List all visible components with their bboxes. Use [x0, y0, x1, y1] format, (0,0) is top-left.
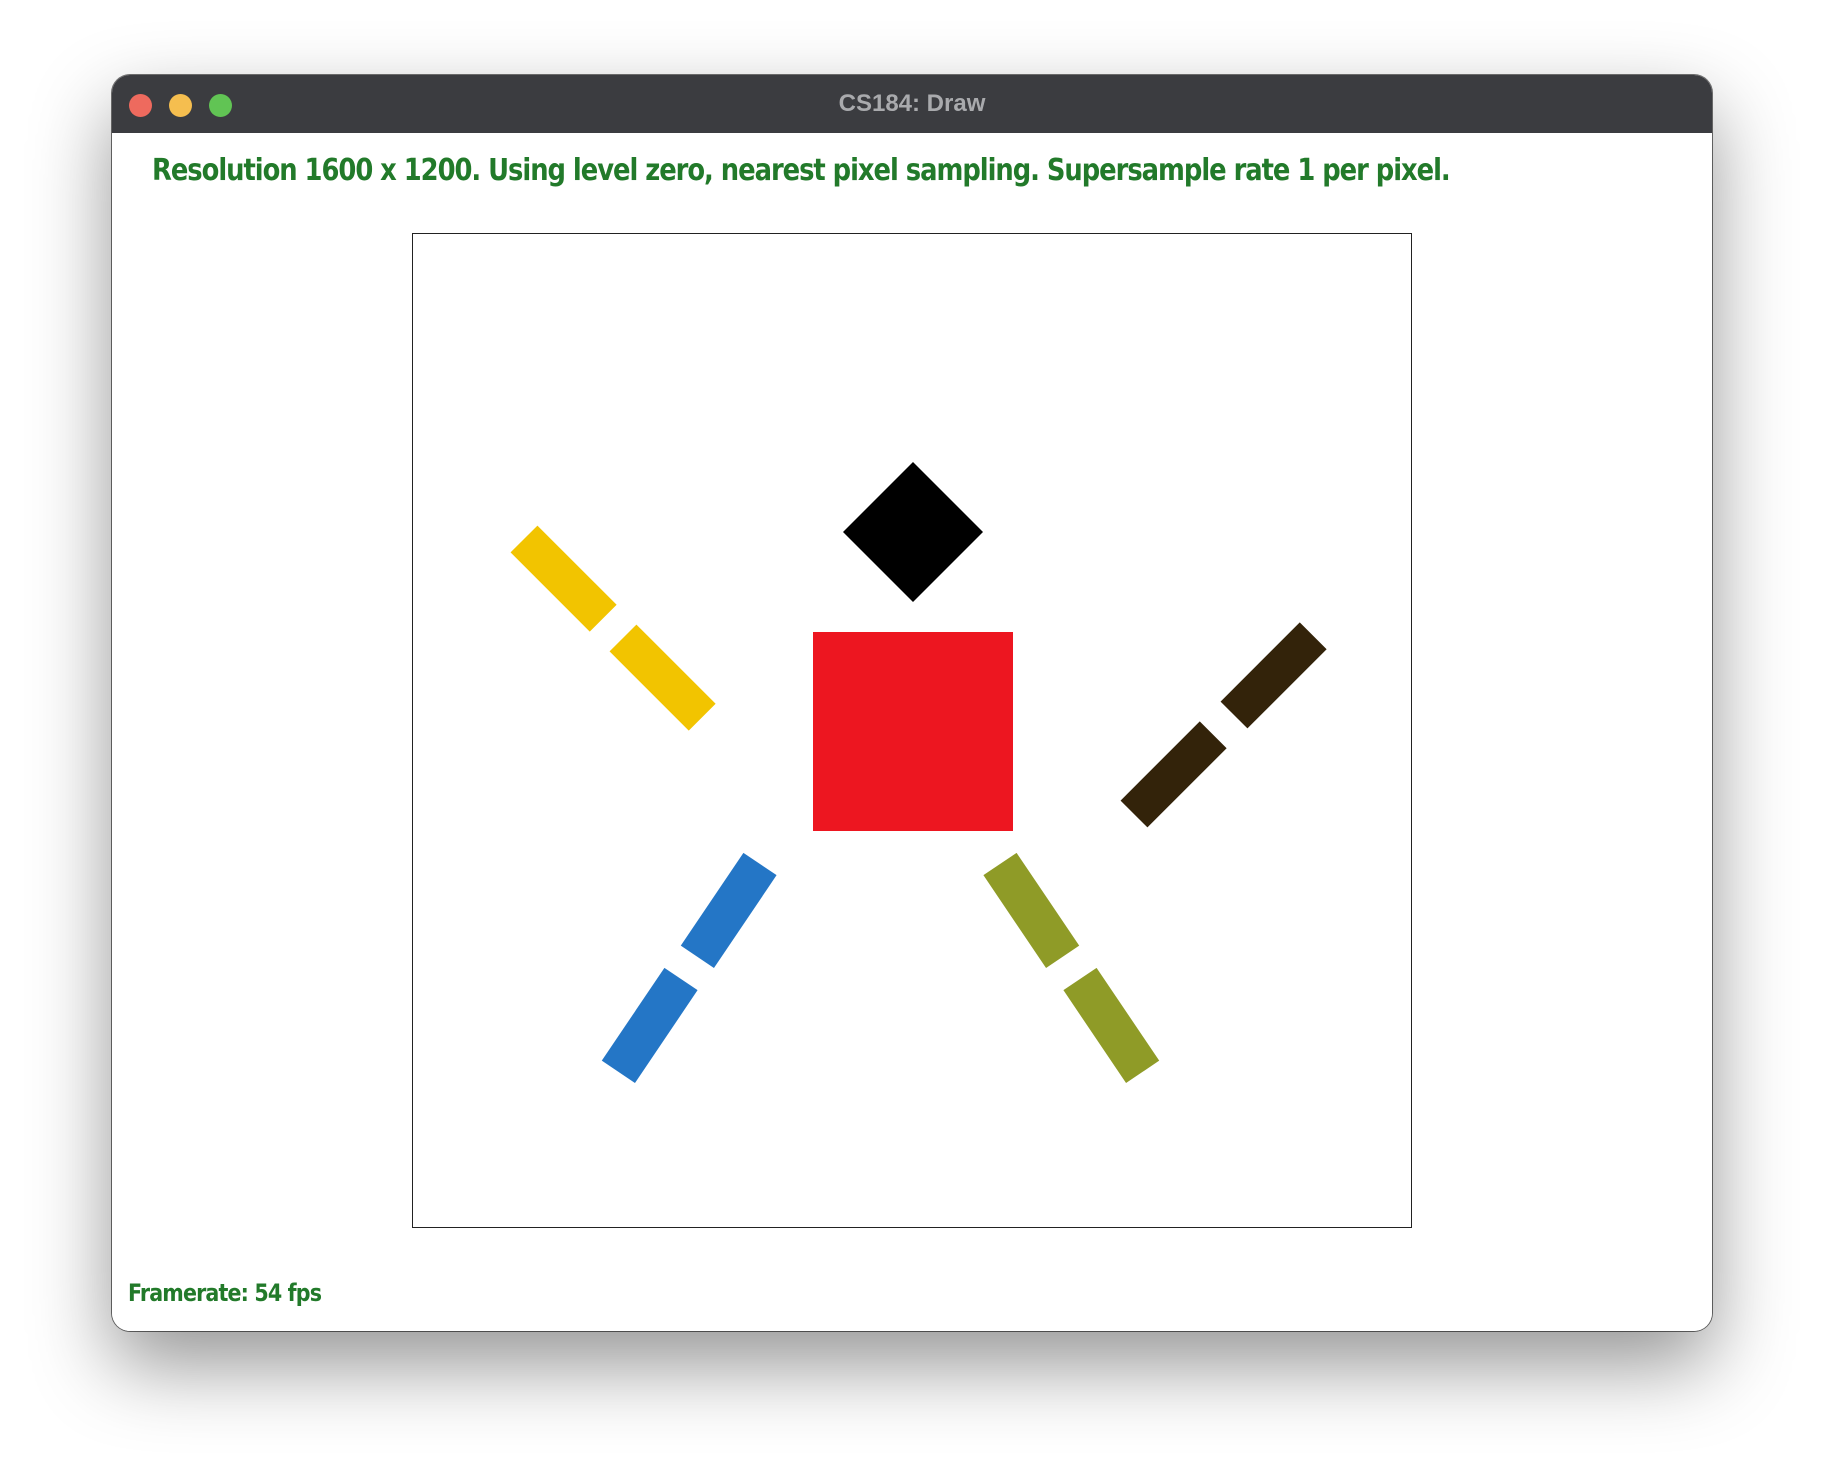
app-window: CS184: Draw Resolution 1600 x 1200. Usin… [112, 75, 1712, 1331]
right-lower-arm [1120, 721, 1227, 828]
head-diamond [843, 462, 983, 602]
left-lower-leg [601, 967, 698, 1084]
draw-content: Resolution 1600 x 1200. Using level zero… [112, 133, 1712, 1331]
left-upper-leg [680, 852, 777, 969]
right-lower-leg [1063, 967, 1160, 1084]
left-lower-arm [609, 624, 716, 731]
framerate-text: Framerate: 54 fps [128, 1279, 322, 1307]
status-text: Resolution 1600 x 1200. Using level zero… [152, 153, 1451, 188]
drawing-canvas[interactable] [412, 233, 1412, 1228]
title-bar[interactable]: CS184: Draw [112, 75, 1712, 134]
left-upper-arm [510, 525, 617, 632]
right-upper-arm [1220, 622, 1327, 729]
body-square [813, 632, 1013, 831]
right-upper-leg [983, 852, 1080, 969]
figure-svg [510, 462, 1327, 1084]
window-title: CS184: Draw [838, 90, 986, 117]
